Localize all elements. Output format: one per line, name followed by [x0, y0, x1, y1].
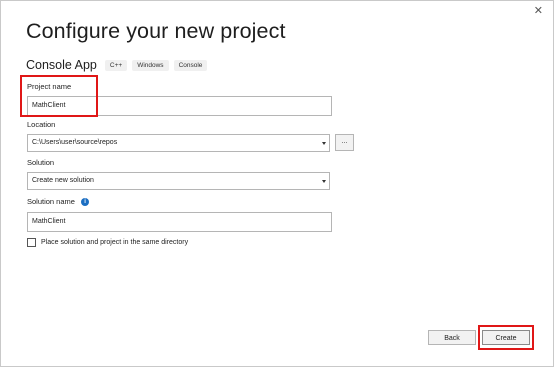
- project-name-label: Project name: [27, 82, 72, 91]
- solution-name-input[interactable]: [27, 212, 332, 232]
- location-combobox[interactable]: C:\Users\user\source\repos: [27, 134, 330, 152]
- solution-name-label: Solution name: [27, 197, 75, 206]
- same-directory-option[interactable]: Place solution and project in the same d…: [27, 238, 188, 247]
- location-label: Location: [27, 120, 56, 129]
- tag-language: C++: [104, 59, 128, 71]
- same-directory-label: Place solution and project in the same d…: [41, 239, 189, 246]
- dropdown-caret-icon[interactable]: [322, 142, 326, 145]
- browse-button[interactable]: ...: [335, 134, 354, 151]
- info-icon[interactable]: i: [81, 198, 90, 207]
- project-template-row: Console App C++ Windows Console: [26, 58, 212, 72]
- tag-platform: Windows: [132, 59, 169, 71]
- back-button[interactable]: Back: [428, 330, 476, 345]
- solution-value: Create new solution: [32, 177, 94, 184]
- solution-select[interactable]: Create new solution: [27, 172, 330, 190]
- project-name-input[interactable]: [27, 96, 332, 116]
- tag-project-type: Console: [173, 59, 208, 71]
- dropdown-caret-icon[interactable]: [322, 180, 326, 183]
- page-title: Configure your new project: [26, 19, 286, 43]
- dialog-window: ✕ Configure your new project Console App…: [0, 0, 554, 367]
- template-name: Console App: [26, 58, 97, 72]
- same-directory-checkbox[interactable]: [27, 238, 36, 247]
- close-icon[interactable]: ✕: [534, 5, 543, 17]
- solution-name-label-row: Solution name i: [27, 197, 90, 207]
- create-button[interactable]: Create: [482, 330, 530, 345]
- solution-label: Solution: [27, 158, 55, 167]
- location-value: C:\Users\user\source\repos: [32, 139, 118, 146]
